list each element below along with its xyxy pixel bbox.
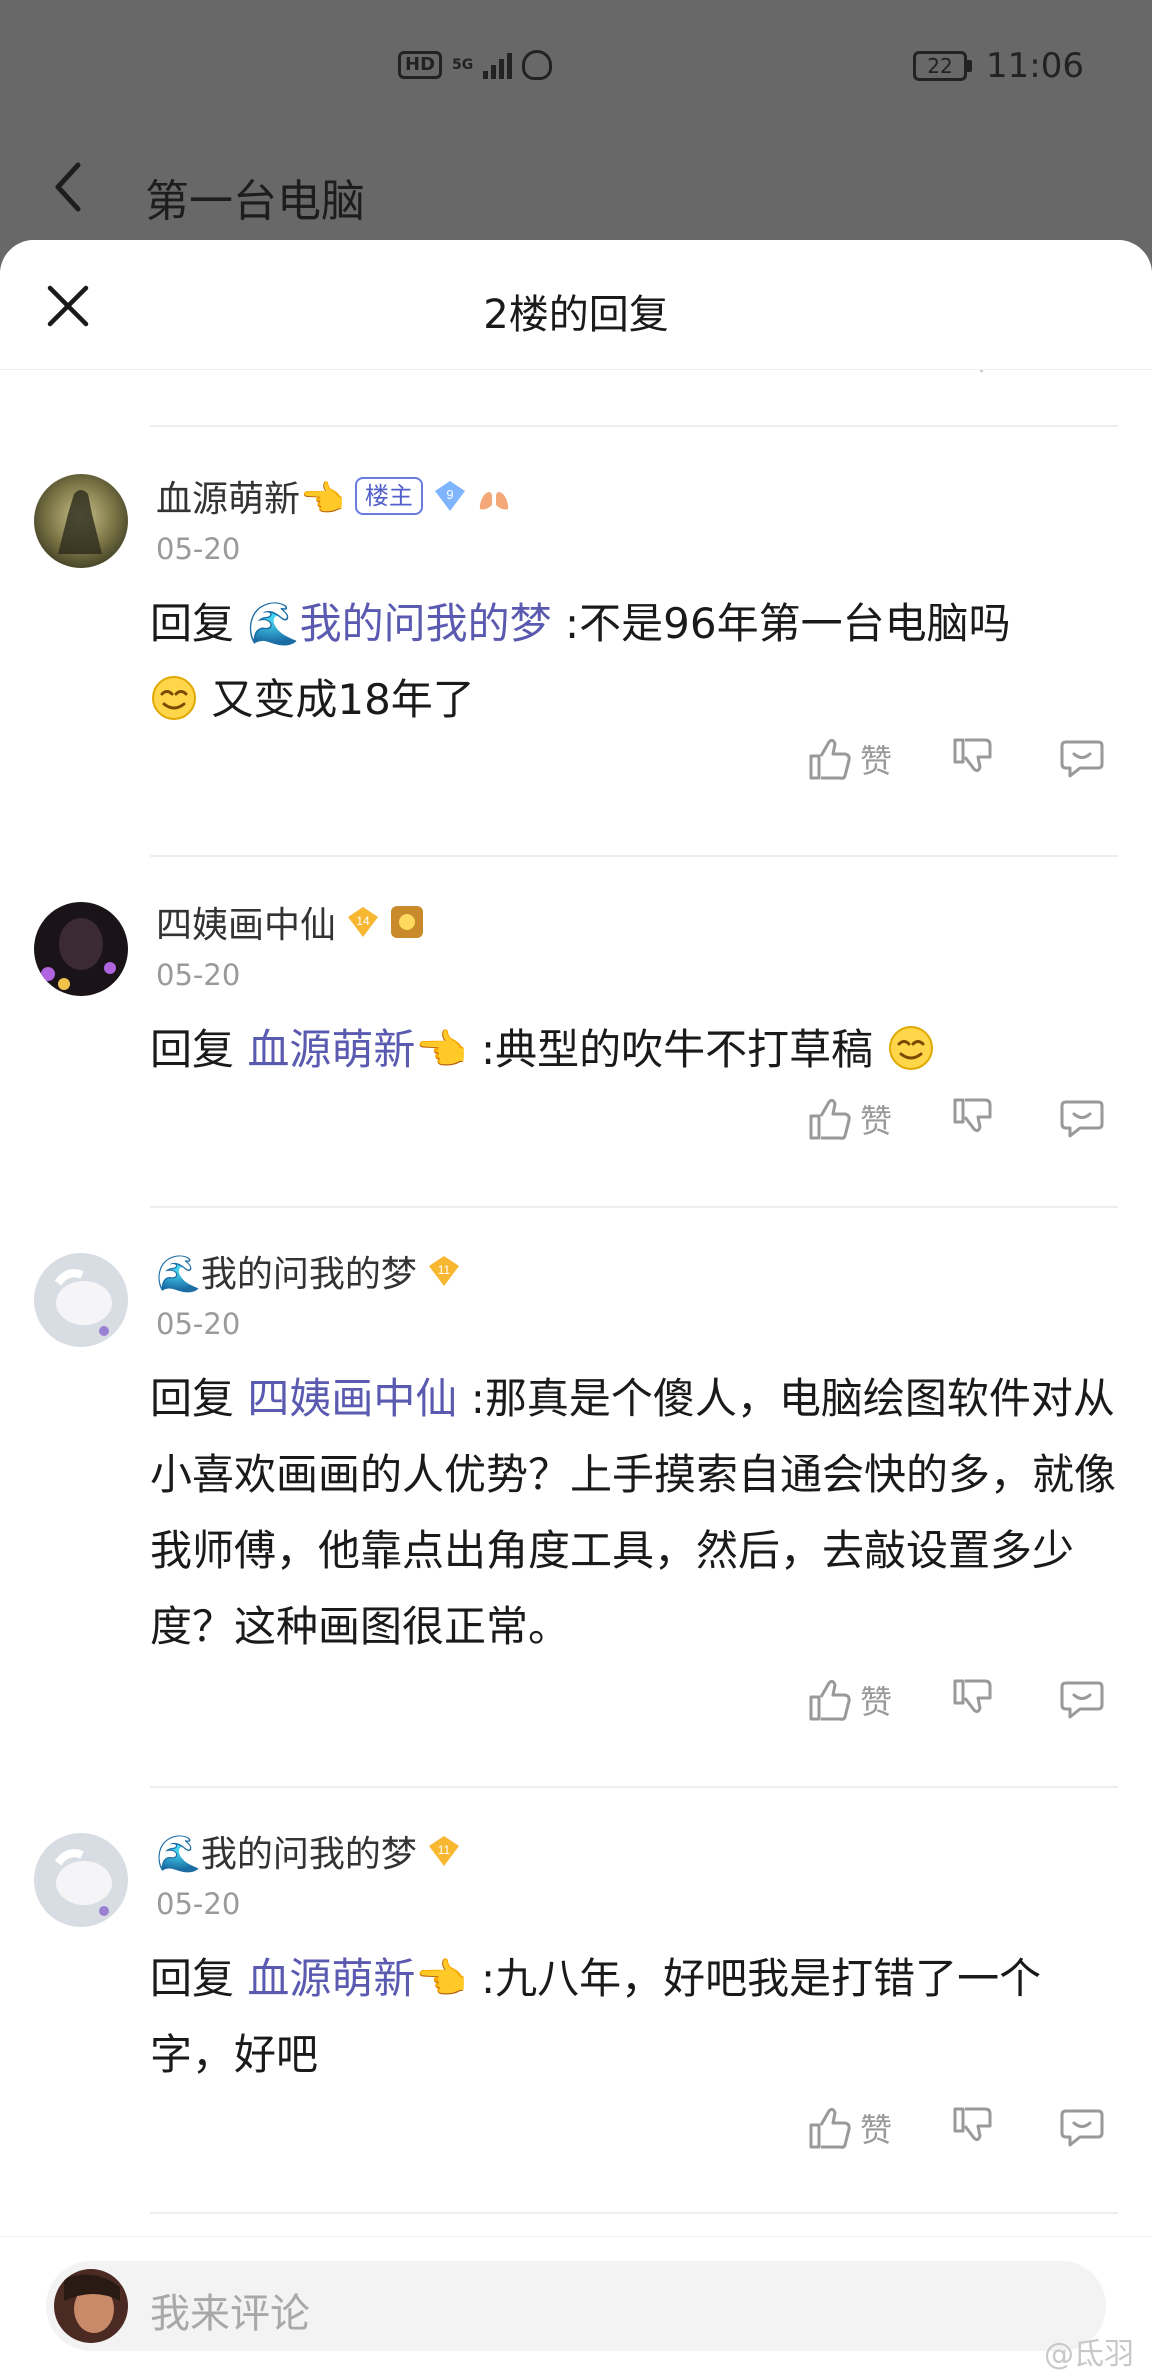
smile-emoji-icon <box>888 1026 933 1070</box>
avatar[interactable] <box>34 474 128 568</box>
comment-input-bar: 我来评论 @氐羽 <box>0 2236 1152 2376</box>
username[interactable]: 四姨画中仙 <box>156 896 336 948</box>
status-right: 22 11:06 <box>913 46 1084 86</box>
reply-prefix: 回复 <box>150 1025 235 1074</box>
reply-sheet: 2楼的回复 血源萌新👈 楼主 9 05-20 回复 🌊我的问我的梦:不是96年… <box>0 240 1152 2376</box>
username[interactable]: 🌊我的问我的梦 <box>156 1245 417 1297</box>
comment-text-continued: 又变成18年了 <box>211 675 475 724</box>
sheet-header: 2楼的回复 <box>0 240 1152 370</box>
comment-text: :不是96年第一台电脑吗 <box>565 599 1011 648</box>
level-badge-icon: 9 <box>434 481 465 511</box>
comment-input[interactable]: 我来评论 <box>46 2261 1106 2351</box>
status-bar: HD 5G 22 11:06 <box>0 0 1152 135</box>
status-center: HD 5G <box>398 50 553 80</box>
divider <box>150 1206 1118 1208</box>
comment-body: 回复 血源萌新👈 :典型的吹牛不打草稿 <box>150 1012 1120 1088</box>
like-label: 赞 <box>860 2111 893 2149</box>
reply-prefix: 回复 <box>150 1954 235 2003</box>
host-badge: 楼主 <box>354 477 423 515</box>
back-icon[interactable] <box>50 157 90 217</box>
thumbs-up-icon <box>809 1098 851 1140</box>
comment-date: 05-20 <box>156 1887 241 1921</box>
thumbs-up-icon <box>809 1679 851 1721</box>
comment-body: 回复 四姨画中仙 :那真是个傻人，电脑绘图软件对从小喜欢画画的人优势？上手摸索自… <box>150 1361 1120 1665</box>
page-header: 第一台电脑 <box>0 135 1152 245</box>
mention-link[interactable]: 四姨画中仙 <box>247 1374 457 1423</box>
page-title: 第一台电脑 <box>145 176 365 227</box>
sheet-title: 2楼的回复 <box>483 292 669 338</box>
mention-link[interactable]: 血源萌新👈 <box>247 1025 467 1074</box>
comment-header: 血源萌新👈 楼主 9 <box>156 470 511 522</box>
username[interactable]: 🌊我的问我的梦 <box>156 1825 417 1877</box>
divider <box>150 2212 1118 2214</box>
mention-link[interactable]: 血源萌新👈 <box>247 1954 467 2003</box>
thumbs-down-icon[interactable] <box>952 1677 994 1723</box>
thumbs-down-icon[interactable] <box>952 2105 994 2151</box>
like-label: 赞 <box>860 1683 893 1721</box>
thumbs-up-icon <box>809 738 851 780</box>
comment-actions: 赞 <box>0 1096 1152 1156</box>
username[interactable]: 血源萌新👈 <box>156 470 345 522</box>
reply-icon[interactable] <box>1060 1096 1104 1142</box>
reply-icon[interactable] <box>1060 1677 1104 1723</box>
thumbs-up-icon <box>809 2107 851 2149</box>
divider <box>150 425 1118 427</box>
watermark: @氐羽 <box>1044 2337 1134 2372</box>
signal-icon <box>483 51 513 79</box>
like-button[interactable]: 赞 <box>808 736 892 782</box>
svg-text:9: 9 <box>446 487 453 502</box>
mention-link[interactable]: 🌊我的问我的梦 <box>247 599 551 648</box>
like-label: 赞 <box>860 1102 893 1140</box>
comment-body: 回复 🌊我的问我的梦 :不是96年第一台电脑吗 又变成18年了 <box>150 586 1120 738</box>
like-label: 赞 <box>860 742 893 780</box>
reply-icon[interactable] <box>1060 2105 1104 2151</box>
network-type: 5G <box>452 57 474 73</box>
comment-text: :典型的吹牛不打草稿 <box>481 1025 874 1074</box>
battery-level: 22 <box>913 51 968 81</box>
comment-date: 05-20 <box>156 532 241 566</box>
battery-icon: 22 <box>913 51 973 81</box>
comment-body: 回复 血源萌新👈 :九八年，好吧我是打错了一个字，好吧 <box>150 1941 1120 2093</box>
svg-text:11: 11 <box>438 1843 451 1857</box>
svg-text:14: 14 <box>356 914 370 928</box>
smile-emoji-icon <box>152 676 196 720</box>
thumbs-down-icon[interactable] <box>952 736 994 782</box>
reply-prefix: 回复 <box>150 1374 235 1423</box>
comment-date: 05-20 <box>156 1307 241 1341</box>
comment-actions: 赞 <box>0 1677 1152 1737</box>
clock: 11:06 <box>986 46 1084 86</box>
avatar[interactable] <box>34 1833 128 1927</box>
comment-header: 四姨画中仙 14 <box>156 896 424 948</box>
divider <box>150 855 1118 857</box>
level-badge-icon: 11 <box>428 1256 459 1286</box>
level-badge-icon: 11 <box>428 1836 459 1866</box>
my-avatar <box>54 2269 128 2343</box>
svg-text:11: 11 <box>438 1263 451 1277</box>
thumbs-down-icon[interactable] <box>952 1096 994 1142</box>
like-button[interactable]: 赞 <box>808 1096 892 1142</box>
avatar[interactable] <box>34 902 128 996</box>
reply-prefix: 回复 <box>150 599 235 648</box>
like-button[interactable]: 赞 <box>808 2105 892 2151</box>
lungs-icon <box>479 485 508 510</box>
avatar[interactable] <box>34 1253 128 1347</box>
backdrop: HD 5G 22 11:06 第一台电脑 <box>0 0 1152 270</box>
comment-actions: 赞 <box>0 2105 1152 2165</box>
like-button[interactable]: 赞 <box>808 1677 892 1723</box>
comment-header: 🌊我的问我的梦 11 <box>156 1245 461 1297</box>
sun-badge-icon <box>391 906 424 938</box>
comment-date: 05-20 <box>156 958 241 992</box>
divider <box>150 1786 1118 1788</box>
input-placeholder: 我来评论 <box>150 2291 310 2337</box>
level-badge-icon: 14 <box>348 907 379 937</box>
hand-icon <box>522 50 553 80</box>
comment-actions: 赞 <box>0 736 1152 796</box>
hd-indicator: HD <box>398 51 443 79</box>
comment-header: 🌊我的问我的梦 11 <box>156 1825 461 1877</box>
reply-icon[interactable] <box>1060 736 1104 782</box>
